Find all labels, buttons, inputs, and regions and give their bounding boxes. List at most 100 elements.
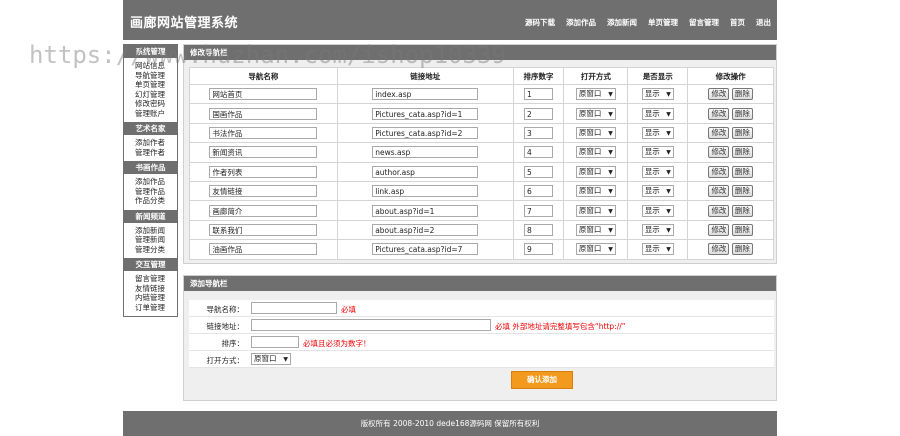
name-cell: 联系我们	[189, 219, 338, 241]
nav-name-input[interactable]: 联系我们	[209, 223, 318, 236]
confirm-add-button[interactable]: 确认添加	[511, 371, 573, 389]
order-input[interactable]	[251, 336, 299, 348]
edit-button[interactable]: 修改	[708, 107, 730, 120]
edit-button[interactable]: 修改	[708, 185, 730, 198]
edit-button[interactable]: 修改	[708, 126, 730, 139]
sidebar-item-messages[interactable]: 留言管理	[135, 274, 177, 284]
edit-button[interactable]: 修改	[708, 88, 730, 101]
nav-link-input[interactable]: index.asp	[372, 88, 479, 101]
link-input[interactable]	[251, 319, 491, 331]
nav-show-select[interactable]: 显示 ▼	[641, 107, 674, 120]
nav-show-select[interactable]: 显示 ▼	[641, 126, 674, 139]
sidebar-item-accounts[interactable]: 管理账户	[135, 109, 177, 119]
sidebar-item-inner-links[interactable]: 内链管理	[135, 293, 177, 303]
nav-link-input[interactable]: about.asp?id=2	[372, 223, 479, 236]
delete-button[interactable]: 删除	[731, 88, 753, 101]
edit-button[interactable]: 修改	[708, 204, 730, 217]
nav-open-select[interactable]: 原窗口 ▼	[575, 185, 616, 198]
sidebar-item-change-password[interactable]: 修改密码	[135, 99, 177, 109]
delete-button[interactable]: 删除	[731, 146, 753, 159]
nav-show-select[interactable]: 显示 ▼	[641, 223, 674, 236]
nav-add-work[interactable]: 添加作品	[566, 17, 596, 28]
nav-name-input[interactable]: 友情链接	[209, 185, 318, 198]
open-select[interactable]: 原窗口 ▼	[251, 353, 291, 365]
nav-show-value: 显示	[644, 108, 660, 118]
nav-home[interactable]: 首页	[730, 17, 745, 28]
nav-link-input[interactable]: Pictures_cata.asp?id=2	[372, 126, 479, 139]
nav-order-input[interactable]: 3	[524, 126, 554, 139]
nav-link-input[interactable]: Pictures_cata.asp?id=1	[372, 107, 479, 120]
nav-show-select[interactable]: 显示 ▼	[641, 165, 674, 178]
sidebar-item-add-work[interactable]: 添加作品	[135, 177, 177, 187]
nav-open-select[interactable]: 原窗口 ▼	[575, 243, 616, 256]
nav-logout[interactable]: 退出	[756, 17, 771, 28]
nav-name-input[interactable]: 书法作品	[209, 126, 318, 139]
sidebar-item-manage-news[interactable]: 管理新闻	[135, 235, 177, 245]
nav-name-input[interactable]: 作者列表	[209, 165, 318, 178]
nav-order-input[interactable]: 4	[524, 146, 554, 159]
edit-button[interactable]: 修改	[708, 243, 730, 256]
sidebar-item-nav-manage[interactable]: 导航管理	[135, 71, 177, 81]
nav-show-select[interactable]: 显示 ▼	[641, 146, 674, 159]
sidebar-item-add-news[interactable]: 添加新闻	[135, 226, 177, 236]
sidebar-item-orders[interactable]: 订单管理	[135, 303, 177, 313]
nav-open-select[interactable]: 原窗口 ▼	[575, 107, 616, 120]
delete-button[interactable]: 删除	[731, 126, 753, 139]
nav-open-select[interactable]: 原窗口 ▼	[575, 88, 616, 101]
nav-open-select[interactable]: 原窗口 ▼	[575, 223, 616, 236]
link-cell: about.asp?id=1	[336, 200, 514, 221]
nav-order-input[interactable]: 8	[524, 223, 554, 236]
form-row-open: 打开方式： 原窗口 ▼	[189, 351, 774, 368]
nav-order-input[interactable]: 5	[524, 165, 554, 178]
sidebar-item-manage-category[interactable]: 管理分类	[135, 245, 177, 255]
nav-open-select[interactable]: 原窗口 ▼	[575, 146, 616, 159]
nav-show-select[interactable]: 显示 ▼	[641, 243, 674, 256]
name-input[interactable]	[251, 302, 337, 314]
nav-open-select[interactable]: 原窗口 ▼	[575, 165, 616, 178]
nav-add-news[interactable]: 添加新闻	[607, 17, 637, 28]
delete-button[interactable]: 删除	[731, 165, 753, 178]
nav-source-download[interactable]: 源码下载	[525, 17, 555, 28]
nav-link-input[interactable]: link.asp	[372, 185, 479, 198]
nav-message-manage[interactable]: 留言管理	[689, 17, 719, 28]
delete-button[interactable]: 删除	[731, 107, 753, 120]
nav-link-input[interactable]: author.asp	[372, 165, 479, 178]
sidebar-item-manage-author[interactable]: 管理作者	[135, 148, 177, 158]
sidebar-item-work-category[interactable]: 作品分类	[135, 196, 177, 206]
nav-order-input[interactable]: 9	[524, 243, 554, 256]
nav-open-select[interactable]: 原窗口 ▼	[575, 126, 616, 139]
nav-link-input[interactable]: about.asp?id=1	[372, 204, 479, 217]
nav-name-input[interactable]: 画廊简介	[209, 204, 318, 217]
delete-button[interactable]: 删除	[731, 223, 753, 236]
sidebar-item-site-info[interactable]: 网站信息	[135, 61, 177, 71]
nav-show-select[interactable]: 显示 ▼	[641, 185, 674, 198]
delete-button[interactable]: 删除	[731, 204, 753, 217]
edit-button[interactable]: 修改	[708, 165, 730, 178]
nav-order-input[interactable]: 6	[524, 185, 554, 198]
sidebar-item-slide-manage[interactable]: 幻灯管理	[135, 90, 177, 100]
sidebar-item-add-author[interactable]: 添加作者	[135, 138, 177, 148]
nav-show-select[interactable]: 显示 ▼	[641, 204, 674, 217]
edit-button[interactable]: 修改	[708, 146, 730, 159]
chevron-down-icon: ▼	[608, 207, 613, 215]
nav-name-input[interactable]: 新闻资讯	[209, 146, 318, 159]
nav-order-input[interactable]: 7	[524, 204, 554, 217]
nav-link-input[interactable]: news.asp	[372, 146, 479, 159]
nav-name-input[interactable]: 油画作品	[209, 243, 318, 256]
nav-name-input[interactable]: 国画作品	[209, 107, 318, 120]
edit-button[interactable]: 修改	[708, 223, 730, 236]
delete-button[interactable]: 删除	[731, 243, 753, 256]
nav-page-manage[interactable]: 单页管理	[648, 17, 678, 28]
delete-button[interactable]: 删除	[731, 185, 753, 198]
nav-order-input[interactable]: 2	[524, 107, 554, 120]
show-cell: 显示 ▼	[627, 122, 689, 144]
sidebar-item-friend-links[interactable]: 友情链接	[135, 284, 177, 294]
nav-open-select[interactable]: 原窗口 ▼	[575, 204, 616, 217]
nav-name-input[interactable]: 网站首页	[209, 88, 318, 101]
nav-link-input[interactable]: Pictures_cata.asp?id=7	[372, 243, 479, 256]
nav-order-input[interactable]: 1	[524, 88, 554, 101]
nav-show-select[interactable]: 显示 ▼	[641, 88, 674, 101]
sidebar-item-manage-work[interactable]: 管理作品	[135, 187, 177, 197]
chevron-down-icon: ▼	[666, 168, 671, 176]
sidebar-item-page-manage[interactable]: 单页管理	[135, 80, 177, 90]
